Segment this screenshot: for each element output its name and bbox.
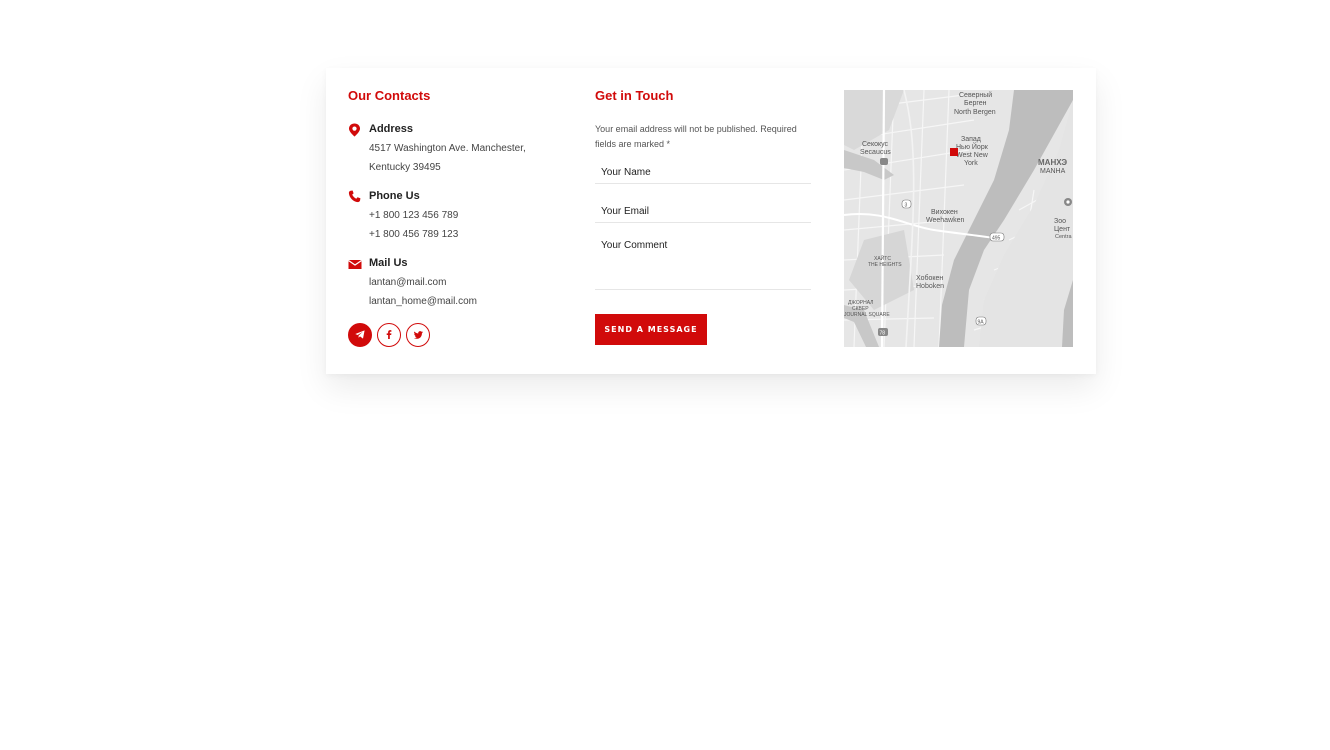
route-9a-label: 9A [978, 320, 985, 326]
mail-label: Mail Us [369, 257, 408, 269]
map-label-central-ru: Цент [1054, 226, 1071, 233]
envelope-icon [348, 257, 362, 271]
map-label-hoboken: Hoboken [916, 283, 944, 290]
location-marker-icon[interactable] [950, 148, 958, 156]
address-line-1: 4517 Washington Ave. Manchester, [369, 143, 526, 154]
phone-label: Phone Us [369, 190, 420, 202]
mail-block: Mail Us lantan@mail.com lantan_home@mail… [348, 256, 578, 311]
mail-link-1[interactable]: lantan@mail.com [369, 274, 578, 293]
mail-link-2[interactable]: lantan_home@mail.com [369, 293, 578, 312]
contacts-title: Our Contacts [348, 88, 431, 103]
map-label-heights: THE HEIGHTS [868, 262, 902, 268]
twitter-icon [413, 326, 423, 344]
phone-icon [348, 190, 362, 204]
form-title: Get in Touch [595, 88, 674, 103]
map-label-central: Centra [1055, 234, 1072, 240]
contact-card: Our Contacts Address 4517 Washington Ave… [326, 68, 1096, 374]
map-label-weehawken: Weehawken [926, 217, 965, 224]
map-label-west-ny-ru2: Нью Йорк [956, 142, 989, 151]
phone-block: Phone Us +1 800 123 456 789 +1 800 456 7… [348, 189, 578, 244]
address-block: Address 4517 Washington Ave. Manchester,… [348, 122, 578, 177]
social-links [348, 323, 578, 347]
map-label-west-ny: West New [956, 152, 989, 159]
contacts-column: Our Contacts Address 4517 Washington Ave… [348, 88, 578, 347]
map-label-weehawken-ru: Вихокен [931, 209, 958, 216]
route-495-label: 495 [992, 236, 1001, 242]
map-label-manhattan-ru: МАНХЭ [1038, 158, 1067, 167]
phone-line-2: +1 800 456 789 123 [369, 228, 459, 240]
telegram-button[interactable] [348, 323, 372, 347]
map-label-zoo-ru: Зоо [1054, 218, 1066, 225]
phone-line-1: +1 800 123 456 789 [369, 210, 459, 221]
route-shield-small [880, 158, 888, 165]
map-label-manhattan: MANHA [1040, 168, 1066, 175]
map-label-secaucus: Secaucus [860, 149, 891, 156]
map-label-heights-ru: ХАЙТС [874, 254, 891, 262]
map-label-north-bergen-ru2: Берген [964, 100, 987, 107]
map-label-west-ny-2: York [964, 160, 978, 167]
map-label-secaucus-ru: Секокус [862, 141, 889, 148]
send-message-button[interactable]: SEND A MESSAGE [595, 314, 707, 345]
facebook-icon [386, 326, 392, 344]
route-3-label: 3 [905, 203, 908, 209]
map-label-square: JOURNAL SQUARE [844, 312, 890, 318]
location-pin-icon [348, 123, 362, 137]
address-label: Address [369, 123, 414, 135]
email-input[interactable] [595, 201, 811, 223]
facebook-button[interactable] [377, 323, 401, 347]
address-line-2: Kentucky 39495 [369, 161, 441, 173]
map-graphic[interactable]: Северный Берген North Bergen Секокус Sec… [844, 90, 1073, 347]
form-column: Get in Touch Your email address will not… [595, 88, 811, 345]
map-label-north-bergen: North Bergen [954, 109, 996, 116]
telegram-icon [355, 326, 365, 344]
map-label-north-bergen-ru: Северный [959, 91, 992, 99]
name-input[interactable] [595, 162, 811, 184]
map-label-hoboken-ru: Хобокен [916, 274, 943, 282]
form-note: Your email address will not be published… [595, 124, 797, 149]
twitter-button[interactable] [406, 323, 430, 347]
map-label-west-ny-ru: Запад [961, 136, 981, 143]
comment-textarea[interactable] [595, 240, 811, 290]
route-78-label: 78 [880, 331, 886, 337]
map[interactable]: Северный Берген North Bergen Секокус Sec… [844, 90, 1073, 347]
